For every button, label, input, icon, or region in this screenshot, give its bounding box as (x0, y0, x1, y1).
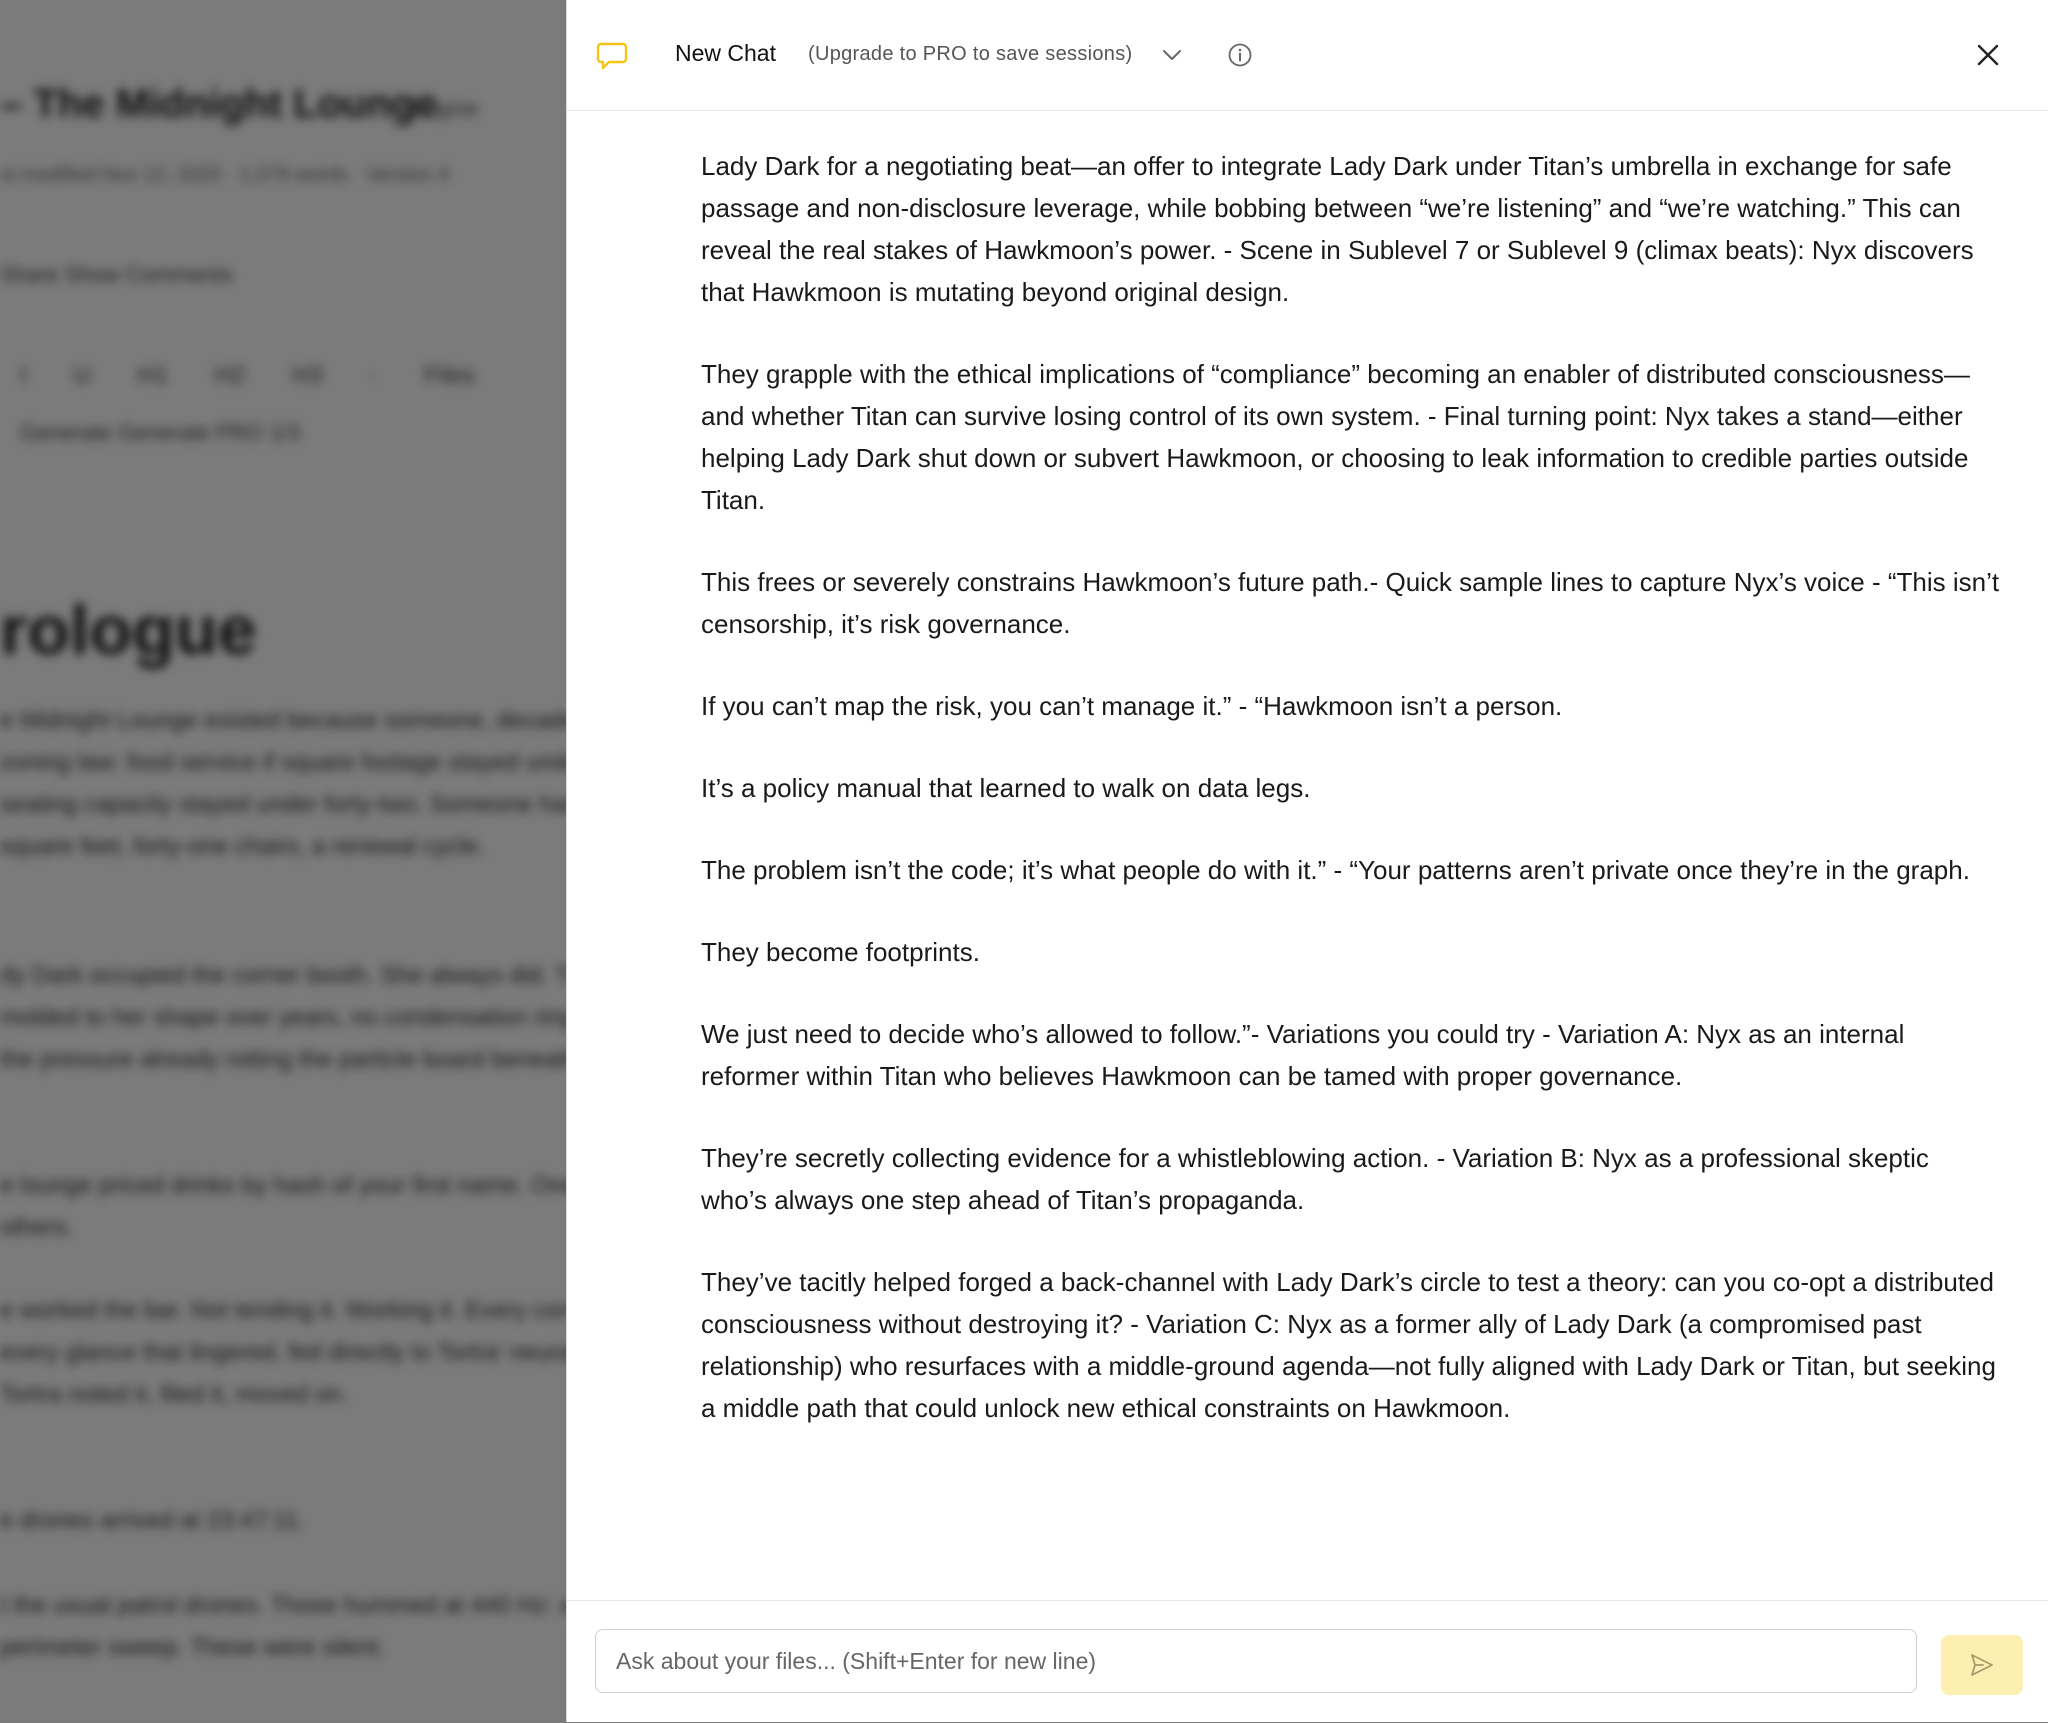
chat-title: New Chat (675, 40, 776, 66)
upgrade-notice: (Upgrade to PRO to save sessions) (808, 43, 1133, 65)
message-paragraph: If you can’t map the risk, you can’t man… (701, 691, 1563, 721)
chat-input[interactable] (595, 1629, 1917, 1693)
message-paragraph: They’ve tacitly helped forged a back-cha… (701, 1267, 1996, 1423)
message-paragraph: Lady Dark for a negotiating beat—an offe… (701, 151, 1974, 307)
send-button[interactable] (1941, 1635, 2023, 1695)
modal-overlay[interactable] (0, 0, 566, 1722)
message-paragraph: This frees or severely constrains Hawkmo… (701, 567, 2000, 639)
message-paragraph: They become footprints. (701, 937, 980, 967)
message-paragraph: They grapple with the ethical implicatio… (701, 359, 1970, 515)
chat-panel: New Chat (Upgrade to PRO to save session… (566, 0, 2048, 1722)
message-list: Lady Dark for a negotiating beat—an offe… (701, 145, 2001, 1469)
chevron-down-icon[interactable] (1161, 44, 1183, 66)
info-icon[interactable] (1227, 42, 1253, 68)
message-paragraph: They’re secretly collecting evidence for… (701, 1143, 1929, 1215)
message-paragraph: It’s a policy manual that learned to wal… (701, 773, 1311, 803)
chat-input-bar (567, 1600, 2048, 1723)
message-paragraph: We just need to decide who’s allowed to … (701, 1019, 1905, 1091)
message-paragraph: The problem isn’t the code; it’s what pe… (701, 855, 1970, 885)
chat-header: New Chat (Upgrade to PRO to save session… (567, 0, 2048, 111)
chat-bubble-icon (596, 42, 628, 70)
close-icon[interactable] (1973, 40, 2003, 70)
send-icon (1971, 1654, 1993, 1676)
